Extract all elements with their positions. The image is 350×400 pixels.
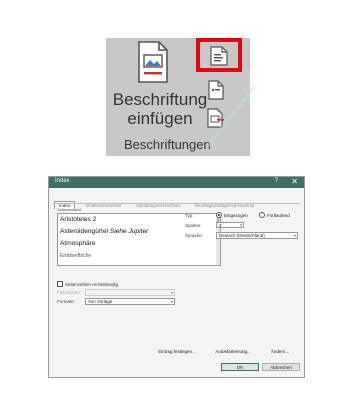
chevron-down-icon: ▾ xyxy=(170,290,173,295)
dialog-titlebar: Index ? ✕ xyxy=(49,177,304,188)
columns-stepper[interactable]: 2 ▴ ▾ xyxy=(216,222,244,228)
formats-select[interactable]: Von Vorlage ▾ xyxy=(85,298,175,305)
checkbox-box xyxy=(57,281,63,287)
ribbon-captions-group: Beschriftung einfügen Beschriftungen xyxy=(106,38,250,156)
dialog-title: Index xyxy=(55,178,70,184)
preview-caption: Seitenansicht xyxy=(57,207,82,212)
type-label: Typ: xyxy=(185,213,194,218)
close-button[interactable]: ✕ xyxy=(291,177,298,187)
insert-caption-icon[interactable] xyxy=(136,41,170,83)
insert-caption-label-line2: einfügen xyxy=(127,109,193,128)
type-runin-radio[interactable]: Fortlaufend xyxy=(259,212,290,218)
mark-entry-button[interactable]: Eintrag festlegen... xyxy=(149,347,205,355)
formats-label: Formate: xyxy=(57,299,76,304)
radio-dot xyxy=(259,212,265,218)
chevron-down-icon: ▾ xyxy=(293,233,296,238)
print-preview-box: Aristoteles 2 Asteroidengürtel Siehe Jup… xyxy=(57,213,221,266)
insert-caption-label-line1: Beschriftung xyxy=(112,90,208,109)
right-align-page-numbers-checkbox[interactable]: Seitenzahlen rechtsbündig xyxy=(57,281,118,287)
insert-caption-button[interactable]: Beschriftung einfügen xyxy=(108,90,212,128)
automark-button[interactable]: AutoMarkierung... xyxy=(209,347,257,355)
chevron-down-icon: ▾ xyxy=(170,299,173,304)
preview-item: Atmosphäre xyxy=(60,240,96,247)
cancel-button[interactable]: Abbrechen xyxy=(262,363,300,371)
captions-group-label: Beschriftungen xyxy=(124,137,211,152)
insert-table-of-figures-icon[interactable] xyxy=(208,80,224,100)
language-label: Sprache: xyxy=(185,233,204,238)
preview-item-note: Siehe Jupiter xyxy=(109,228,149,235)
tab-divider xyxy=(53,203,300,204)
highlight-frame xyxy=(196,38,242,72)
dialog-tabs: Index Inhaltsverzeichnis Abbildungsverze… xyxy=(54,194,260,209)
type-indented-radio[interactable]: Eingezogen xyxy=(216,212,248,218)
stepper-arrows-icon[interactable]: ▴ ▾ xyxy=(239,223,243,228)
index-dialog: Index ? ✕ Index Inhaltsverzeichnis Abbil… xyxy=(48,176,305,378)
insert-index-icon[interactable] xyxy=(210,46,228,66)
tab-leader-select[interactable]: ...... ▾ xyxy=(85,289,175,296)
language-select[interactable]: Deutsch (Deutschland) ▾ xyxy=(216,232,298,239)
radio-dot xyxy=(216,212,222,218)
columns-label: Spalten: xyxy=(185,223,202,228)
tab-leader-label: Füllzeichen: xyxy=(57,290,82,295)
ok-button[interactable]: OK xyxy=(221,363,259,371)
preview-item: Erdoberfläche xyxy=(60,253,92,259)
help-button[interactable]: ? xyxy=(275,178,278,184)
modify-button[interactable]: Ändern... xyxy=(261,347,299,355)
